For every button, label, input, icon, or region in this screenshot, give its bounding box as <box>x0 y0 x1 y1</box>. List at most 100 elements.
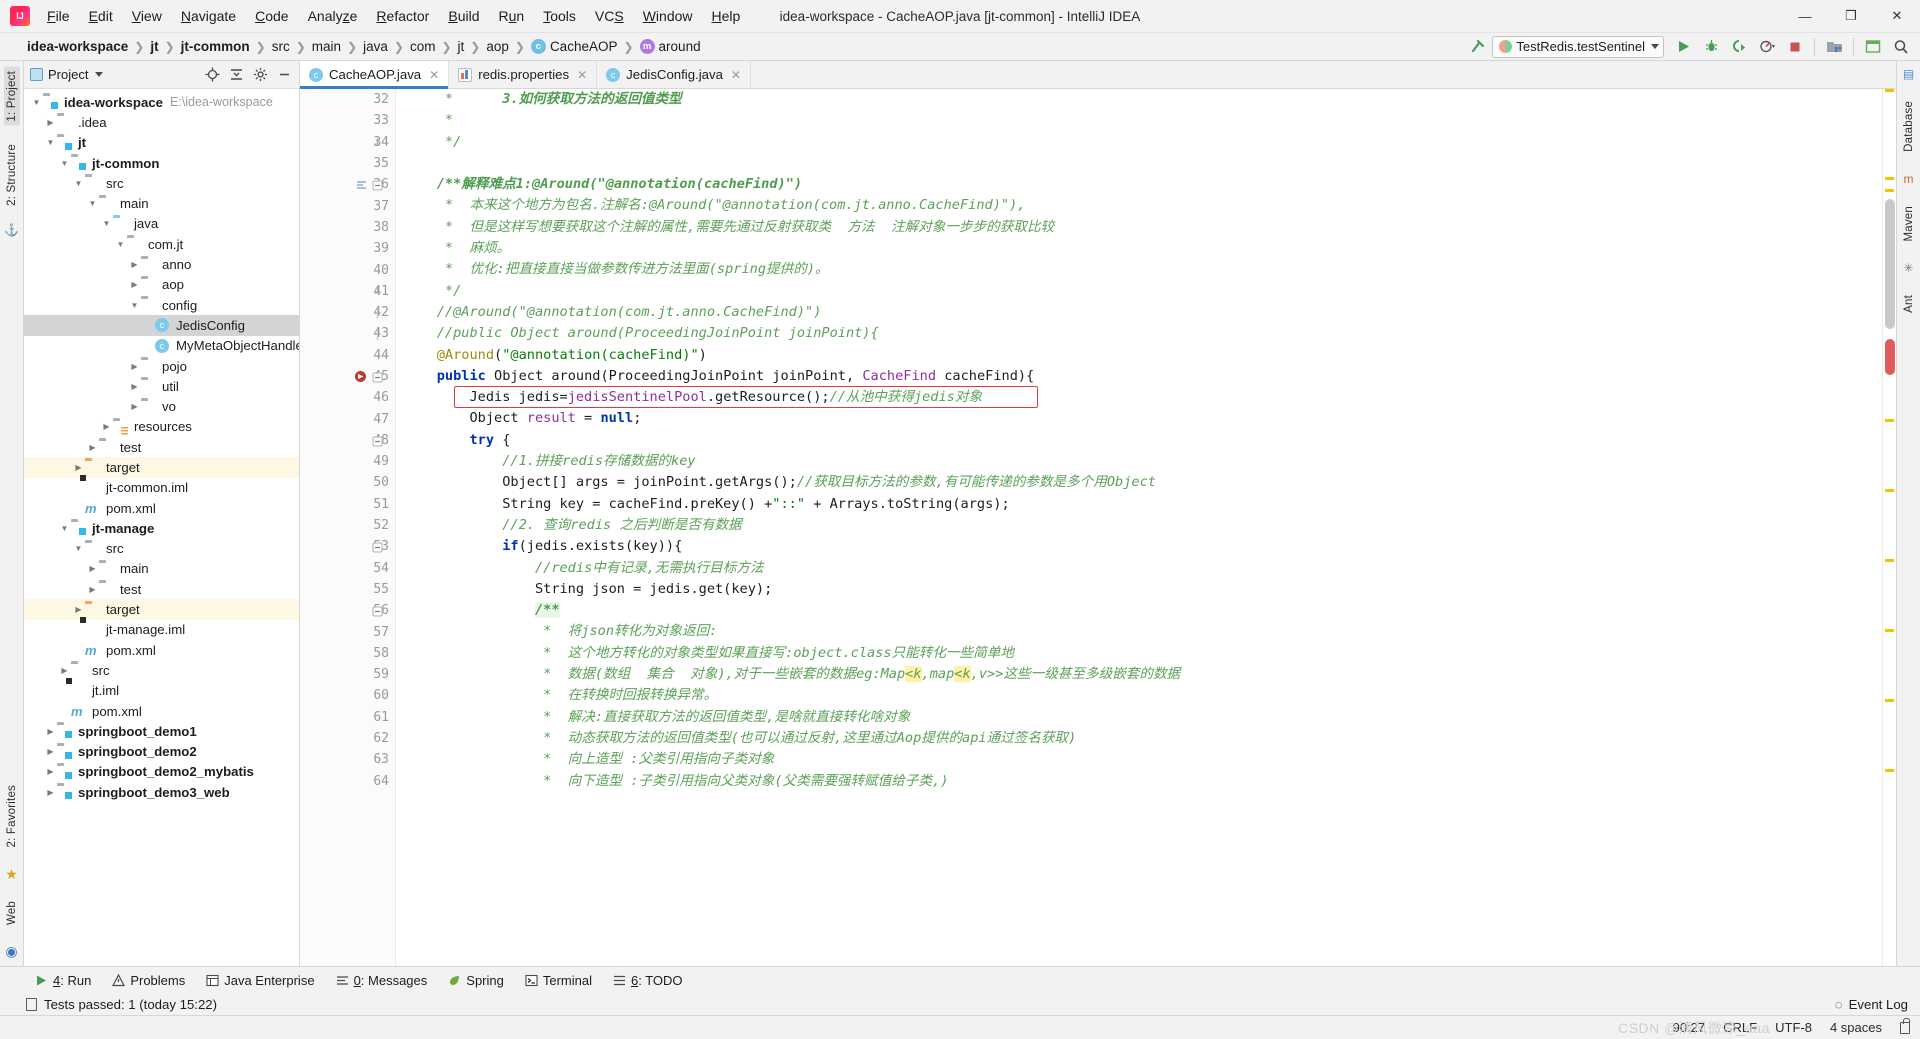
project-panel-title-group[interactable]: Project <box>30 67 104 82</box>
tree-node-com-jt[interactable]: ▼ com.jt <box>24 234 299 254</box>
read-only-lock-icon[interactable] <box>1900 1017 1910 1034</box>
web-globe-icon[interactable]: ◉ <box>5 943 17 960</box>
tree-node-target[interactable]: ▶ target <box>24 599 299 620</box>
tool-window-tab-0-messages[interactable]: 0: Messages <box>327 970 437 991</box>
code-fold-marker[interactable] <box>372 137 383 148</box>
breadcrumb-item-jt[interactable]: jt <box>147 38 161 55</box>
line-number-gutter[interactable]: 3233343536373839404142434445464748495051… <box>300 89 396 966</box>
chevron-right-icon[interactable]: ▶ <box>58 664 71 677</box>
code-fold-marker[interactable] <box>372 286 383 297</box>
sidebar-tab-ant[interactable]: Ant <box>1901 291 1917 317</box>
tree-node-test[interactable]: ▶ test <box>24 437 299 457</box>
code-line[interactable]: Object[] args = joinPoint.getArgs();//获取… <box>396 472 1882 493</box>
tree-node-jt-manage-iml[interactable]: jt-manage.iml <box>24 620 299 640</box>
tree-node-main[interactable]: ▶ main <box>24 559 299 579</box>
chevron-down-icon[interactable]: ▼ <box>72 177 85 190</box>
minimize-button[interactable]: — <box>1782 0 1828 33</box>
tool-window-tab-terminal[interactable]: Terminal <box>516 970 601 991</box>
run-button[interactable] <box>1670 35 1696 59</box>
chevron-right-icon[interactable]: ▶ <box>128 278 141 291</box>
tree-node-springboot-demo2-mybatis[interactable]: ▶ springboot_demo2_mybatis <box>24 762 299 782</box>
chevron-right-icon[interactable]: ▶ <box>72 461 85 474</box>
menu-code[interactable]: Code <box>246 4 297 28</box>
menu-file[interactable]: File <box>38 4 79 28</box>
debug-button[interactable] <box>1698 35 1724 59</box>
chevron-down-icon[interactable]: ▼ <box>86 197 99 210</box>
event-log-label[interactable]: Event Log <box>1849 997 1908 1012</box>
chevron-right-icon[interactable]: ▶ <box>72 603 85 616</box>
sidebar-tab-project[interactable]: 1: Project <box>3 67 20 126</box>
code-line[interactable]: * 数据(数组 集合 对象),对于一些嵌套的数据eg:Map<k,map<k,v… <box>396 664 1882 685</box>
menu-vcs[interactable]: VCS <box>586 4 633 28</box>
hide-panel-icon[interactable] <box>275 66 293 84</box>
warning-marker[interactable] <box>1885 489 1894 492</box>
code-line[interactable]: * <box>396 110 1882 131</box>
chevron-right-icon[interactable]: ▶ <box>86 562 99 575</box>
breadcrumb-item-cacheaop[interactable]: c CacheAOP <box>528 38 621 55</box>
breadcrumb-item-com[interactable]: com <box>407 38 439 55</box>
code-fold-marker[interactable] <box>372 371 383 383</box>
code-fold-marker[interactable] <box>372 307 383 319</box>
breadcrumb-item-java[interactable]: java <box>360 38 391 55</box>
code-line[interactable]: String key = cacheFind.preKey() +"::" + … <box>396 494 1882 515</box>
maximize-button[interactable]: ❐ <box>1828 0 1874 33</box>
code-line[interactable]: //2. 查询redis 之后判断是否有数据 <box>396 515 1882 536</box>
tree-node-jt-iml[interactable]: jt.iml <box>24 681 299 701</box>
error-marker-bar[interactable] <box>1882 89 1896 966</box>
menu-refactor[interactable]: Refactor <box>367 4 438 28</box>
warning-marker[interactable] <box>1885 559 1894 562</box>
breadcrumb-item-jt[interactable]: jt <box>455 38 468 55</box>
code-line[interactable]: //redis中有记录,无需执行目标方法 <box>396 558 1882 579</box>
ant-small-icon[interactable]: ⚓ <box>4 223 19 237</box>
code-line[interactable]: /**解释难点1:@Around("@annotation(cacheFind)… <box>396 174 1882 195</box>
tree-node-test[interactable]: ▶ test <box>24 579 299 599</box>
code-fold-marker[interactable] <box>372 541 383 553</box>
tree-node-springboot-demo1[interactable]: ▶ springboot_demo1 <box>24 721 299 741</box>
code-line[interactable]: * 动态获取方法的返回值类型(也可以通过反射,这里通过Aop提供的api通过签名… <box>396 728 1882 749</box>
chevron-right-icon[interactable]: ▶ <box>128 400 141 413</box>
tree-node-jt-common-iml[interactable]: jt-common.iml <box>24 478 299 498</box>
menu-analyze[interactable]: Analyze <box>299 4 367 28</box>
tree-node-idea-workspace[interactable]: ▼ idea-workspace E:\idea-workspace <box>24 92 299 112</box>
breadcrumb-item-src[interactable]: src <box>269 38 293 55</box>
chevron-down-icon[interactable]: ▼ <box>44 136 57 149</box>
code-line[interactable]: * 将json转化为对象返回: <box>396 621 1882 642</box>
chevron-down-icon[interactable] <box>1651 44 1659 49</box>
project-structure-button[interactable] <box>1821 35 1847 59</box>
code-line[interactable]: */ <box>396 132 1882 153</box>
build-hammer-icon[interactable] <box>1464 35 1490 59</box>
maven-icon[interactable]: m <box>1904 172 1914 186</box>
database-icon[interactable]: ▤ <box>1903 67 1914 81</box>
code-line[interactable]: * 向上造型 :父类引用指向子类对象 <box>396 749 1882 770</box>
tree-node-resources[interactable]: ▶ resources <box>24 417 299 437</box>
tree-node-vo[interactable]: ▶ vo <box>24 396 299 416</box>
tree-node-target[interactable]: ▶ target <box>24 457 299 478</box>
chevron-right-icon[interactable]: ▶ <box>44 786 57 799</box>
tree-node-main[interactable]: ▼ main <box>24 193 299 213</box>
warning-marker[interactable] <box>1885 769 1894 772</box>
warning-marker[interactable] <box>1885 89 1894 92</box>
chevron-down-icon[interactable]: ▼ <box>128 299 141 312</box>
run-with-coverage-button[interactable] <box>1726 35 1752 59</box>
breadcrumb-item-around[interactable]: m around <box>637 38 704 55</box>
close-button[interactable]: ✕ <box>1874 0 1920 33</box>
search-everywhere-icon[interactable] <box>1888 35 1914 59</box>
tree-node-src[interactable]: ▼ src <box>24 173 299 193</box>
tree-node--idea[interactable]: ▶ .idea <box>24 112 299 132</box>
chevron-right-icon[interactable]: ▶ <box>128 380 141 393</box>
code-line[interactable]: */ <box>396 281 1882 302</box>
code-line[interactable]: * 麻烦。 <box>396 238 1882 259</box>
code-line[interactable]: String json = jedis.get(key); <box>396 579 1882 600</box>
menu-build[interactable]: Build <box>439 4 488 28</box>
code-line[interactable]: Jedis jedis=jedisSentinelPool.getResourc… <box>396 387 1882 408</box>
menu-tools[interactable]: Tools <box>534 4 585 28</box>
editor-tab-redis-properties[interactable]: redis.properties ✕ <box>449 61 598 88</box>
menu-run[interactable]: Run <box>490 4 534 28</box>
code-line[interactable]: /** <box>396 600 1882 621</box>
chevron-right-icon[interactable]: ▶ <box>44 116 57 129</box>
ant-icon[interactable]: ✳ <box>1903 261 1913 275</box>
line-separator[interactable]: CRLF <box>1723 1020 1757 1035</box>
sidebar-tab-web[interactable]: Web <box>4 897 20 929</box>
tree-node-pom-xml[interactable]: m pom.xml <box>24 498 299 518</box>
file-encoding[interactable]: UTF-8 <box>1775 1020 1812 1035</box>
